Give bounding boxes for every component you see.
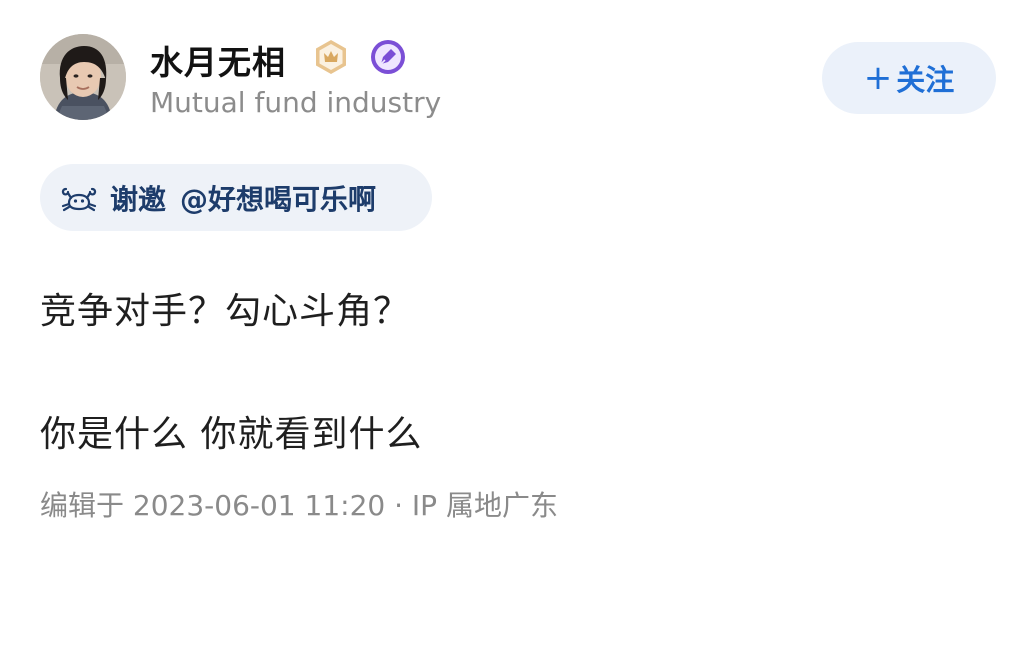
avatar[interactable] <box>40 34 126 120</box>
answer-text-line: 你是什么 你就看到什么 <box>40 414 423 455</box>
author-row: 水月无相 Mutual fund industry + 关注 <box>40 34 996 124</box>
invite-chip[interactable]: 谢邀 @好想喝可乐啊 <box>40 164 432 231</box>
answer-text-line: 竞争对手？勾心斗角？ <box>40 291 411 332</box>
avatar-image <box>40 34 126 120</box>
crab-icon <box>61 187 97 211</box>
edit-info: 编辑于 2023-06-01 11:20 · IP 属地广东 <box>40 489 558 522</box>
follow-label: 关注 <box>896 63 955 97</box>
plus-icon: + <box>863 58 893 98</box>
invite-mention-link[interactable]: @好想喝可乐啊 <box>180 178 376 218</box>
author-headline: Mutual fund industry <box>150 86 442 119</box>
pen-badge-icon[interactable] <box>369 38 407 76</box>
author-name[interactable]: 水月无相 <box>150 36 286 84</box>
follow-button[interactable]: + 关注 <box>822 42 996 114</box>
crown-badge-icon[interactable] <box>312 38 350 76</box>
invite-label: 谢邀 <box>110 182 167 216</box>
